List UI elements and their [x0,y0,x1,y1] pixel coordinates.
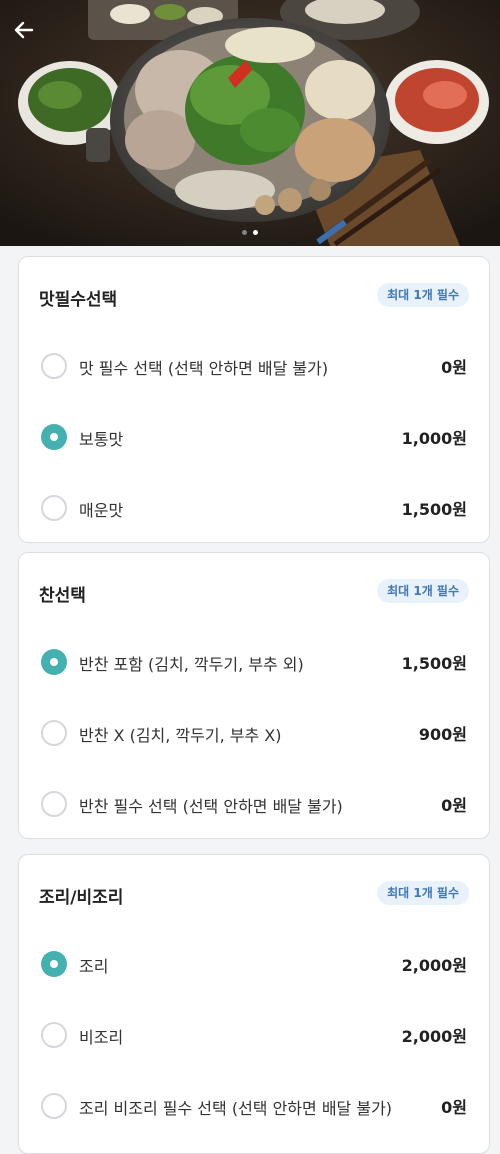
option-price: 2,000원 [401,956,467,975]
radio-button[interactable] [41,720,67,746]
option-item[interactable]: 조리 비조리 필수 선택 (선택 안하면 배달 불가) 0원 [19,1071,489,1142]
option-price: 1,500원 [401,500,467,519]
option-item[interactable]: 보통맛 1,000원 [19,402,489,473]
option-group-side-dish: 찬선택 최대 1개 필수 반찬 포함 (김치, 깍두기, 부추 외) 1,500… [18,552,490,839]
option-label: 반찬 필수 선택 (선택 안하면 배달 불가) [79,797,343,816]
radio-button[interactable] [41,1093,67,1119]
option-item[interactable]: 비조리 2,000원 [19,1000,489,1071]
option-price: 1,500원 [401,654,467,673]
radio-button[interactable] [41,353,67,379]
group-header: 찬선택 최대 1개 필수 [19,553,489,627]
group-title: 맛필수선택 [39,290,118,310]
group-title: 조리/비조리 [39,888,124,908]
required-badge: 최대 1개 필수 [377,579,469,603]
carousel-dot[interactable] [242,230,247,235]
required-badge: 최대 1개 필수 [377,283,469,307]
group-header: 맛필수선택 최대 1개 필수 [19,257,489,331]
option-label: 비조리 [79,1028,124,1047]
radio-button-selected[interactable] [41,951,67,977]
arrow-left-icon [14,21,34,39]
option-price: 0원 [441,796,467,815]
option-label: 조리 [79,957,109,976]
option-price: 900원 [418,725,467,744]
option-item[interactable]: 매운맛 1,500원 [19,473,489,544]
group-header: 조리/비조리 최대 1개 필수 [19,855,489,929]
option-label: 조리 비조리 필수 선택 (선택 안하면 배달 불가) [79,1099,393,1118]
option-item[interactable]: 맛 필수 선택 (선택 안하면 배달 불가) 0원 [19,331,489,402]
group-title: 찬선택 [39,586,86,606]
carousel-dot-active[interactable] [253,230,258,235]
option-item[interactable]: 조리 2,000원 [19,929,489,1000]
option-label: 맛 필수 선택 (선택 안하면 배달 불가) [79,359,329,378]
option-group-cooking: 조리/비조리 최대 1개 필수 조리 2,000원 비조리 2,000원 조리 … [18,854,490,1154]
option-label: 반찬 포함 (김치, 깍두기, 부추 외) [79,655,304,674]
option-price: 2,000원 [401,1027,467,1046]
option-label: 보통맛 [79,430,124,449]
carousel-indicator [0,230,500,235]
option-item[interactable]: 반찬 X (김치, 깍두기, 부추 X) 900원 [19,698,489,769]
radio-button[interactable] [41,1022,67,1048]
option-item[interactable]: 반찬 필수 선택 (선택 안하면 배달 불가) 0원 [19,769,489,840]
required-badge: 최대 1개 필수 [377,881,469,905]
radio-button[interactable] [41,495,67,521]
radio-button-selected[interactable] [41,649,67,675]
radio-button-selected[interactable] [41,424,67,450]
option-item[interactable]: 반찬 포함 (김치, 깍두기, 부추 외) 1,500원 [19,627,489,698]
option-price: 0원 [441,358,467,377]
menu-photo [0,0,500,246]
hot-pot-image [0,0,500,246]
option-label: 반찬 X (김치, 깍두기, 부추 X) [79,726,282,745]
option-group-taste: 맛필수선택 최대 1개 필수 맛 필수 선택 (선택 안하면 배달 불가) 0원… [18,256,490,543]
option-price: 0원 [441,1098,467,1117]
radio-button[interactable] [41,791,67,817]
back-button[interactable] [8,14,40,46]
option-label: 매운맛 [79,501,124,520]
option-price: 1,000원 [401,429,467,448]
